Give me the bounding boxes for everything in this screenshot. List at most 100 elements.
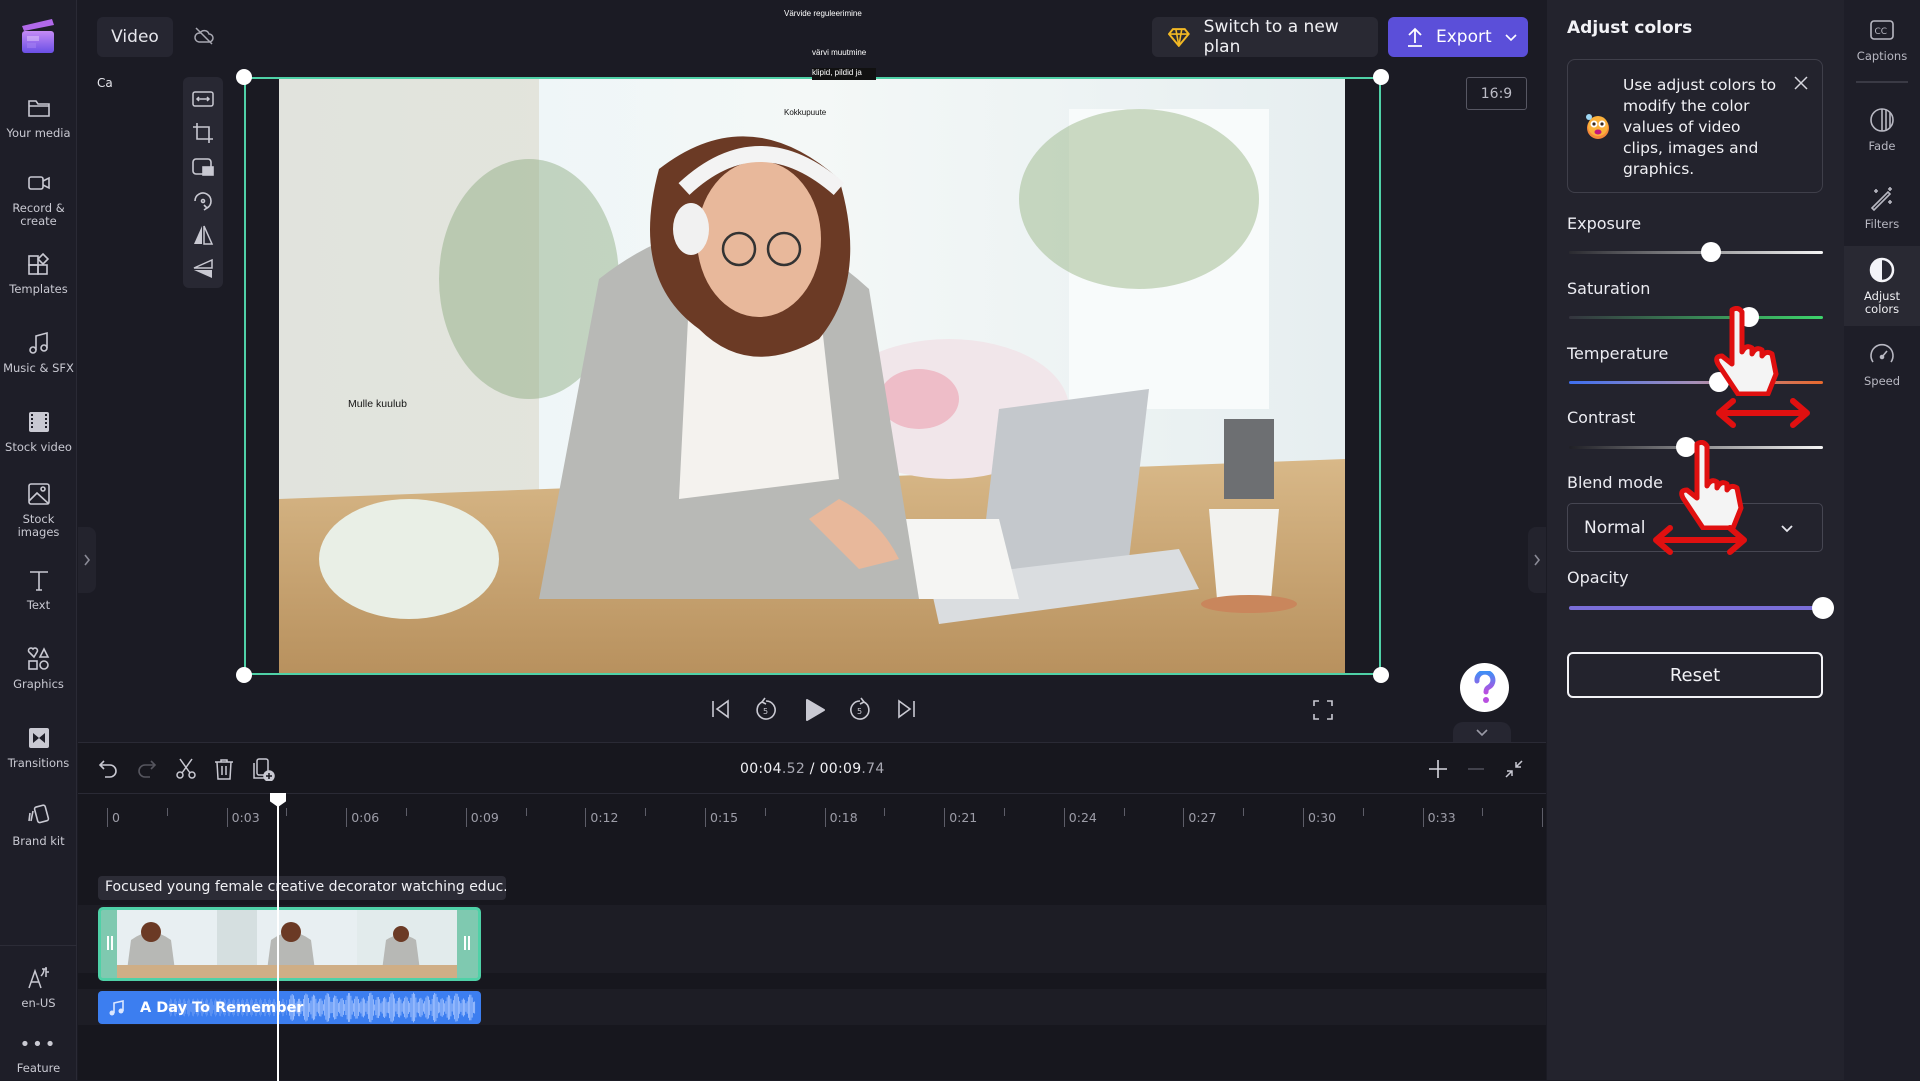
fade-icon [1868, 106, 1896, 134]
exposure-slider[interactable] [1569, 251, 1823, 254]
cloud-off-icon[interactable] [193, 25, 215, 47]
close-icon [1794, 76, 1808, 90]
nav-more-features[interactable]: ••• Feature [0, 1036, 77, 1075]
exposure-label: Exposure [1567, 214, 1642, 233]
forward-5-button[interactable]: 5 [847, 696, 873, 722]
text-icon [26, 567, 52, 593]
tab-label: Filters [1864, 217, 1900, 231]
rotate-icon[interactable] [191, 189, 215, 213]
ruler-tick [585, 808, 587, 827]
crop-icon[interactable] [191, 121, 215, 145]
annotation-label: Mulle kuulub [348, 398, 407, 410]
nav-transitions[interactable]: Transitions [0, 725, 77, 770]
resize-handle-bottom-left[interactable] [236, 667, 252, 683]
annotation-label: klipid, pildid ja [812, 68, 876, 80]
nav-graphics[interactable]: Graphics [0, 646, 77, 691]
zoom-in-button[interactable] [1426, 757, 1450, 781]
exposure-slider-thumb[interactable] [1701, 242, 1722, 262]
nav-stock-images[interactable]: Stock images [0, 481, 77, 539]
resize-handle-top-right[interactable] [1373, 69, 1389, 85]
ruler-minor-tick [884, 808, 886, 816]
nav-your-media[interactable]: Your media [0, 95, 77, 140]
undo-button[interactable] [96, 757, 120, 781]
collapse-preview-button[interactable] [1453, 722, 1511, 742]
hand-cursor-icon [1714, 306, 1779, 396]
zoom-out-button[interactable] [1464, 757, 1488, 781]
ruler-minor-tick [645, 808, 647, 816]
fullscreen-button[interactable] [1311, 698, 1335, 722]
video-preview[interactable] [279, 79, 1345, 673]
nav-stock-video[interactable]: Stock video [0, 409, 77, 454]
nav-language[interactable]: en-US [0, 965, 77, 1010]
nav-text[interactable]: Text [0, 567, 77, 612]
tab-label: Adjust colors [1864, 289, 1900, 316]
flip-horizontal-icon[interactable] [191, 223, 215, 247]
nav-record-create[interactable]: Record & create [0, 170, 77, 228]
opacity-slider-thumb[interactable] [1812, 597, 1834, 619]
blend-mode-label: Blend mode [1567, 473, 1664, 492]
ruler-tick-label: 0:27 [1188, 810, 1217, 825]
switch-plan-button[interactable]: Switch to a new plan [1152, 17, 1378, 57]
skip-to-end-button[interactable] [893, 696, 919, 722]
tip-text: Use adjust colors to modify the color va… [1623, 76, 1777, 178]
fit-timeline-button[interactable] [1502, 757, 1526, 781]
help-button[interactable] [1460, 663, 1509, 712]
nav-label: Stock images [17, 512, 60, 539]
divider [1856, 81, 1908, 83]
ruler-tick [1303, 808, 1304, 827]
video-clip[interactable] [98, 907, 481, 981]
ruler-tick-label: 0 [112, 810, 120, 825]
redo-button[interactable] [135, 757, 159, 781]
nav-label: Your media [6, 126, 71, 140]
ruler-tick [824, 808, 826, 827]
expand-left-panel-button[interactable] [78, 527, 96, 593]
nav-templates[interactable]: Templates [0, 251, 77, 296]
ruler-tick-label: 0:06 [351, 810, 380, 825]
duplicate-button[interactable] [251, 757, 275, 781]
aspect-ratio-button[interactable]: 16:9 [1466, 77, 1527, 110]
switch-plan-label: Switch to a new plan [1203, 17, 1339, 57]
nav-music-sfx[interactable]: Music & SFX [0, 330, 77, 375]
ruler-minor-tick [1362, 808, 1364, 816]
play-button[interactable] [800, 696, 828, 724]
split-button[interactable] [174, 757, 198, 781]
flip-vertical-icon[interactable] [191, 257, 215, 281]
fit-icon[interactable] [191, 87, 215, 111]
rewind-5-button[interactable]: 5 [753, 696, 779, 722]
ruler-tick [944, 808, 946, 827]
close-tip-button[interactable] [1793, 75, 1809, 91]
video-tab[interactable]: Video [97, 17, 173, 57]
timeline-ruler[interactable]: 0 0:03 0:06 0:09 0:12 0:15 0:18 0:21 0:24 0:27 0:3… [78, 793, 1555, 833]
export-button[interactable]: Export [1388, 17, 1528, 57]
preview-toolbar [183, 77, 223, 288]
clipchamp-logo[interactable] [18, 16, 58, 56]
picture-in-picture-icon[interactable] [191, 155, 215, 179]
opacity-slider[interactable] [1569, 606, 1823, 610]
annotation-label: värvi muutmine [812, 48, 867, 57]
ruler-minor-tick [406, 808, 407, 816]
tab-captions[interactable]: CC Captions [1844, 16, 1920, 66]
templates-icon [26, 251, 52, 277]
chevron-down-icon [1505, 34, 1517, 42]
tab-adjust-colors[interactable]: Adjust colors [1844, 246, 1920, 326]
expand-right-panel-button[interactable] [1528, 527, 1546, 593]
filters-icon [1868, 184, 1896, 212]
brand-kit-icon [26, 803, 52, 829]
tab-fade[interactable]: Fade [1844, 106, 1920, 156]
nav-brand-kit[interactable]: Brand kit [0, 803, 77, 848]
film-icon [26, 409, 52, 435]
nav-label: Stock video [5, 440, 72, 454]
playhead[interactable] [277, 793, 279, 1081]
skip-to-start-button[interactable] [708, 696, 734, 722]
audio-clip[interactable]: A Day To Remember [98, 991, 481, 1024]
delete-button[interactable] [212, 757, 236, 781]
tab-speed[interactable]: Speed [1844, 341, 1920, 391]
resize-handle-top-left[interactable] [236, 69, 252, 85]
resize-handle-bottom-right[interactable] [1373, 667, 1389, 683]
captions-icon: CC [1868, 16, 1896, 44]
tab-filters[interactable]: Filters [1844, 184, 1920, 234]
divider [0, 945, 77, 946]
upload-icon [1408, 27, 1422, 47]
diamond-icon [1168, 28, 1190, 47]
reset-button[interactable]: Reset [1567, 652, 1823, 698]
